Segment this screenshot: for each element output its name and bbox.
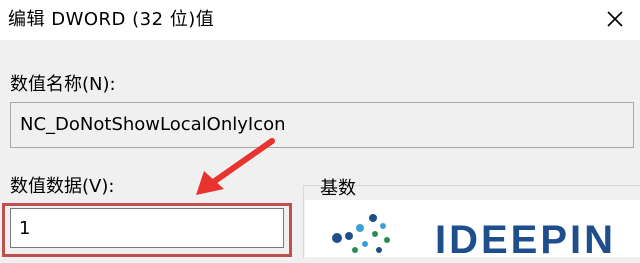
value-name-field[interactable]: NC_DoNotShowLocalOnlyIcon	[10, 102, 634, 148]
value-data-input[interactable]	[10, 208, 284, 248]
value-data-label: 数值数据(V):	[10, 176, 115, 197]
red-arrow-annotation	[196, 138, 275, 195]
close-icon[interactable]	[602, 6, 628, 32]
title-bar: 编辑 DWORD (32 位)值	[0, 0, 640, 40]
watermark-text: IDEEPIN	[435, 218, 617, 262]
watermark-logo: IDEEPIN	[305, 200, 640, 262]
value-name-text: NC_DoNotShowLocalOnlyIcon	[20, 114, 286, 135]
value-name-label: 数值名称(N):	[10, 74, 116, 95]
base-group-label: 基数	[320, 178, 356, 199]
dialog-title: 编辑 DWORD (32 位)值	[8, 9, 215, 30]
